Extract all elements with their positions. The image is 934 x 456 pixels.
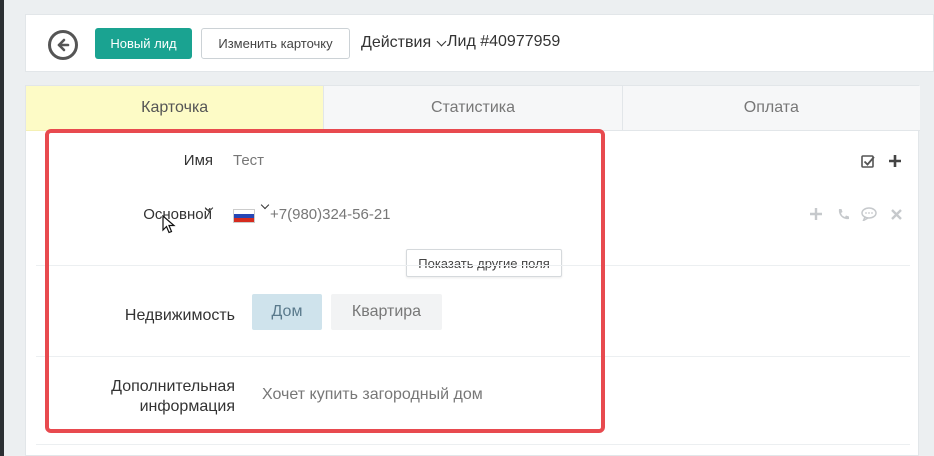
name-value[interactable]: Тест	[233, 152, 264, 169]
plus-icon[interactable]	[887, 153, 903, 169]
lead-header: Новый лид Изменить карточку Действия Лид…	[25, 14, 934, 72]
property-option-house[interactable]: Дом	[252, 294, 322, 330]
extra-info-label-line1: Дополнительная	[111, 378, 235, 395]
close-icon[interactable]	[889, 207, 903, 221]
card-tabs: Карточка Статистика Оплата	[26, 86, 920, 131]
window-edge	[0, 0, 4, 456]
tab-payment[interactable]: Оплата	[622, 86, 920, 131]
back-button[interactable]	[48, 30, 78, 60]
divider	[36, 356, 910, 357]
extra-info-value[interactable]: Хочет купить загородный дом	[262, 386, 483, 404]
actions-label: Действия	[361, 34, 432, 51]
russia-flag-icon[interactable]	[233, 209, 255, 223]
back-arrow-icon	[57, 38, 70, 52]
show-more-fields-tooltip[interactable]: Показать другие поля	[406, 249, 562, 277]
lead-id-title: Лид #40977959	[447, 33, 561, 50]
add-phone-icon[interactable]	[809, 207, 823, 221]
actions-dropdown[interactable]: Действия	[361, 34, 449, 52]
edit-card-button[interactable]: Изменить карточку	[201, 28, 350, 59]
phone-value[interactable]: +7(980)324-56-21	[270, 206, 391, 223]
phone-icon[interactable]	[835, 206, 851, 222]
tab-statistics[interactable]: Статистика	[324, 86, 623, 131]
divider	[36, 265, 910, 266]
chat-icon[interactable]	[860, 206, 878, 222]
new-lead-button[interactable]: Новый лид	[95, 28, 192, 59]
tab-card[interactable]: Карточка	[26, 86, 325, 131]
extra-info-label: Дополнительная информация	[80, 377, 235, 417]
property-label: Недвижимость	[124, 307, 235, 324]
phone-type-label: Основной	[143, 206, 212, 223]
name-label: Имя	[183, 152, 213, 169]
divider	[36, 444, 910, 445]
property-option-apartment[interactable]: Квартира	[331, 294, 442, 330]
checkbox-icon[interactable]	[860, 153, 876, 169]
extra-info-label-line2: информация	[139, 398, 235, 415]
chevron-down-icon	[436, 36, 447, 46]
mouse-cursor-icon	[162, 214, 176, 240]
